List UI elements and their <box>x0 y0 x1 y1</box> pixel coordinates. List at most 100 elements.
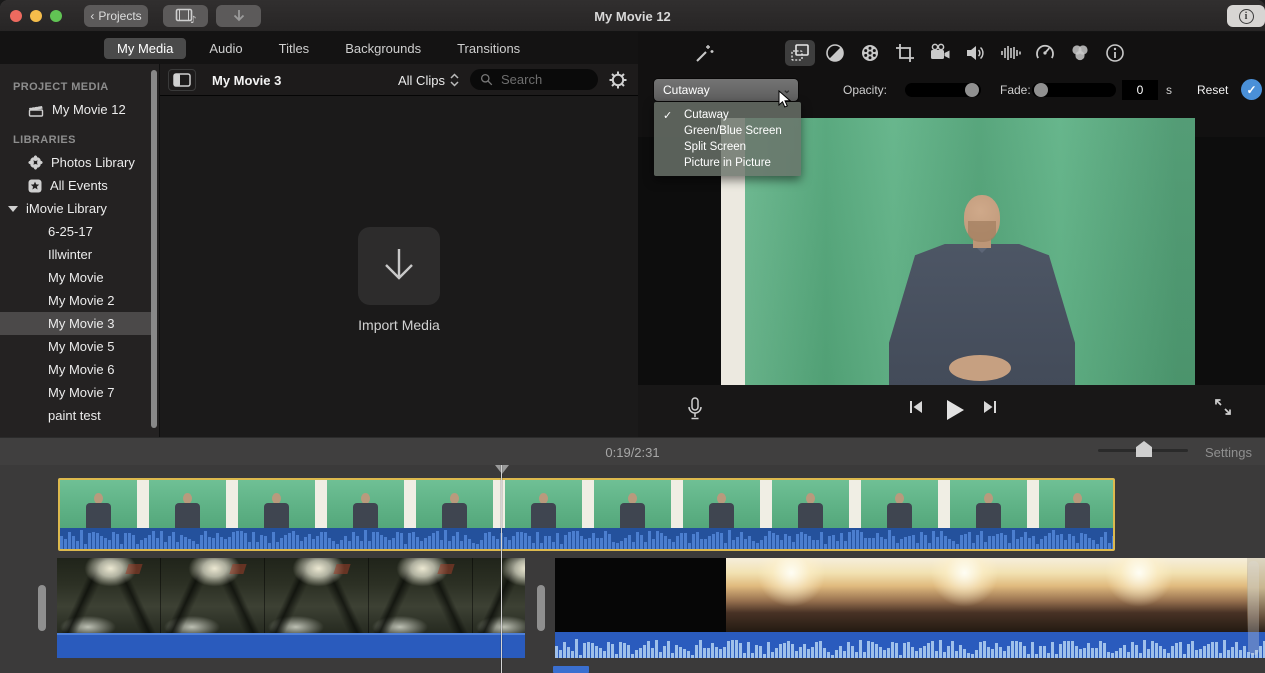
sidebar-item-event[interactable]: 6-25-17 <box>0 220 151 243</box>
play-button[interactable] <box>941 397 967 423</box>
sidebar-item-event[interactable]: My Movie 6 <box>0 358 151 381</box>
trim-handle-left[interactable] <box>38 585 46 631</box>
tab-titles[interactable]: Titles <box>266 38 323 59</box>
browser-title: My Movie 3 <box>212 64 281 96</box>
disclosure-triangle-icon[interactable] <box>8 206 18 212</box>
next-frame-button[interactable] <box>980 397 1000 417</box>
tab-transitions[interactable]: Transitions <box>444 38 533 59</box>
sidebar-item-event[interactable]: Illwinter <box>0 243 151 266</box>
sidebar-item-event[interactable]: paint test <box>0 404 151 427</box>
skip-back-icon <box>906 397 926 417</box>
enhance-wand-button[interactable] <box>690 40 720 66</box>
media-browser-button[interactable]: ♪ <box>163 5 208 27</box>
clip-green-screen-selected[interactable] <box>58 478 1115 551</box>
sidebar-scrollbar[interactable] <box>151 70 157 428</box>
clip-filmstrip <box>555 558 1265 632</box>
import-media-button[interactable] <box>358 227 440 305</box>
sidebar-item-event-selected[interactable]: My Movie 3 <box>0 312 151 335</box>
playhead-line[interactable] <box>501 465 502 673</box>
media-browser-body: Import Media <box>160 96 638 437</box>
menu-item-green-blue-screen[interactable]: Green/Blue Screen <box>654 123 801 139</box>
timeline-toolbar: 0:19/2:31 Settings <box>0 437 1265 465</box>
video-overlay-button[interactable] <box>785 40 815 66</box>
sidebar-panel-icon <box>173 73 191 87</box>
menu-item-split-screen[interactable]: Split Screen <box>654 139 801 155</box>
opacity-label: Opacity: <box>843 83 887 97</box>
voiceover-record-button[interactable] <box>686 397 704 423</box>
menu-item-picture-in-picture[interactable]: Picture in Picture <box>654 155 801 171</box>
fade-label: Fade: <box>1000 83 1031 97</box>
volume-speaker-button[interactable] <box>960 40 990 66</box>
back-chevron-icon: ‹ <box>90 9 94 23</box>
tab-backgrounds[interactable]: Backgrounds <box>332 38 434 59</box>
sidebar-item-event[interactable]: My Movie 7 <box>0 381 151 404</box>
skip-forward-icon <box>980 397 1000 417</box>
titlebar: ‹ Projects ♪ My Movie 12 i <box>0 0 1265 32</box>
media-browser-header: My Movie 3 All Clips <box>160 64 638 96</box>
sidebar-item-event[interactable]: My Movie 2 <box>0 289 151 312</box>
clip-filters-button[interactable] <box>1065 40 1095 66</box>
zoom-button[interactable] <box>50 10 62 22</box>
clip-sunset-skyline[interactable] <box>555 558 1265 658</box>
libraries-header: LIBRARIES <box>0 129 159 151</box>
download-arrow-icon <box>231 8 247 24</box>
checkmark-icon: ✓ <box>663 109 672 122</box>
timeline-settings-button[interactable]: Settings <box>1205 438 1252 466</box>
opacity-slider-thumb[interactable] <box>965 83 979 97</box>
sidebar-item-event[interactable]: My Movie <box>0 266 151 289</box>
noise-equalizer-button[interactable] <box>995 40 1025 66</box>
clip-audio-waveform <box>57 633 525 658</box>
seconds-unit-label: s <box>1166 83 1172 97</box>
fade-slider-thumb[interactable] <box>1034 83 1048 97</box>
overlay-style-popup[interactable]: Cutaway ⌄ <box>654 79 798 101</box>
fade-duration-field[interactable]: 0 <box>1122 80 1158 100</box>
search-field[interactable] <box>470 69 598 90</box>
clip-info-button[interactable] <box>1100 40 1130 66</box>
help-info-button[interactable]: i <box>1227 5 1265 27</box>
sidebar-item-my-movie-12[interactable]: My Movie 12 <box>0 98 151 121</box>
sidebar-item-event[interactable]: My Movie 5 <box>0 335 151 358</box>
speed-gauge-button[interactable] <box>1030 40 1060 66</box>
browser-settings-button[interactable] <box>605 68 631 92</box>
timeline-scrollbar[interactable] <box>1248 561 1259 655</box>
clip-audio-waveform <box>60 528 1113 549</box>
fullscreen-arrows-icon <box>1213 397 1233 417</box>
libraries-sidebar: PROJECT MEDIA My Movie 12 LIBRARIES Phot… <box>0 64 160 437</box>
playhead-handle[interactable] <box>495 465 509 474</box>
minimize-button[interactable] <box>30 10 42 22</box>
clapperboard-icon <box>28 103 44 117</box>
clip-scifi-interior[interactable] <box>57 558 525 658</box>
mouse-cursor <box>778 90 793 110</box>
projects-button[interactable]: ‹ Projects <box>84 5 148 27</box>
search-icon <box>480 73 493 86</box>
info-icon: i <box>1239 9 1254 24</box>
previous-frame-button[interactable] <box>906 397 926 417</box>
clip-filmstrip <box>57 558 525 633</box>
tab-audio[interactable]: Audio <box>196 38 255 59</box>
import-button[interactable] <box>216 5 261 27</box>
project-media-header: PROJECT MEDIA <box>0 76 159 98</box>
microphone-icon <box>686 397 704 423</box>
search-input[interactable] <box>499 71 585 88</box>
close-button[interactable] <box>10 10 22 22</box>
fullscreen-button[interactable] <box>1213 397 1233 417</box>
audio-clip-stub[interactable] <box>553 666 589 673</box>
tab-my-media[interactable]: My Media <box>104 38 186 59</box>
crop-button[interactable] <box>890 40 920 66</box>
projects-label: Projects <box>98 9 141 23</box>
media-tabstrip: My Media Audio Titles Backgrounds Transi… <box>0 32 638 64</box>
opacity-slider[interactable] <box>905 83 981 97</box>
trim-handle-right[interactable] <box>537 585 545 631</box>
timeline-area <box>0 465 1265 673</box>
sidebar-item-photos-library[interactable]: Photos Library <box>0 151 151 174</box>
reset-button[interactable]: Reset <box>1197 83 1228 97</box>
color-balance-button[interactable] <box>820 40 850 66</box>
fade-slider[interactable] <box>1032 83 1116 97</box>
sidebar-toggle-button[interactable] <box>168 69 196 91</box>
stabilization-camera-button[interactable] <box>925 40 955 66</box>
apply-checkmark-button[interactable]: ✓ <box>1241 79 1262 100</box>
sidebar-item-imovie-library[interactable]: iMovie Library <box>0 197 151 220</box>
sidebar-item-all-events[interactable]: All Events <box>0 174 151 197</box>
color-wheel-button[interactable] <box>855 40 885 66</box>
clip-filter-popup[interactable]: All Clips <box>398 64 459 96</box>
